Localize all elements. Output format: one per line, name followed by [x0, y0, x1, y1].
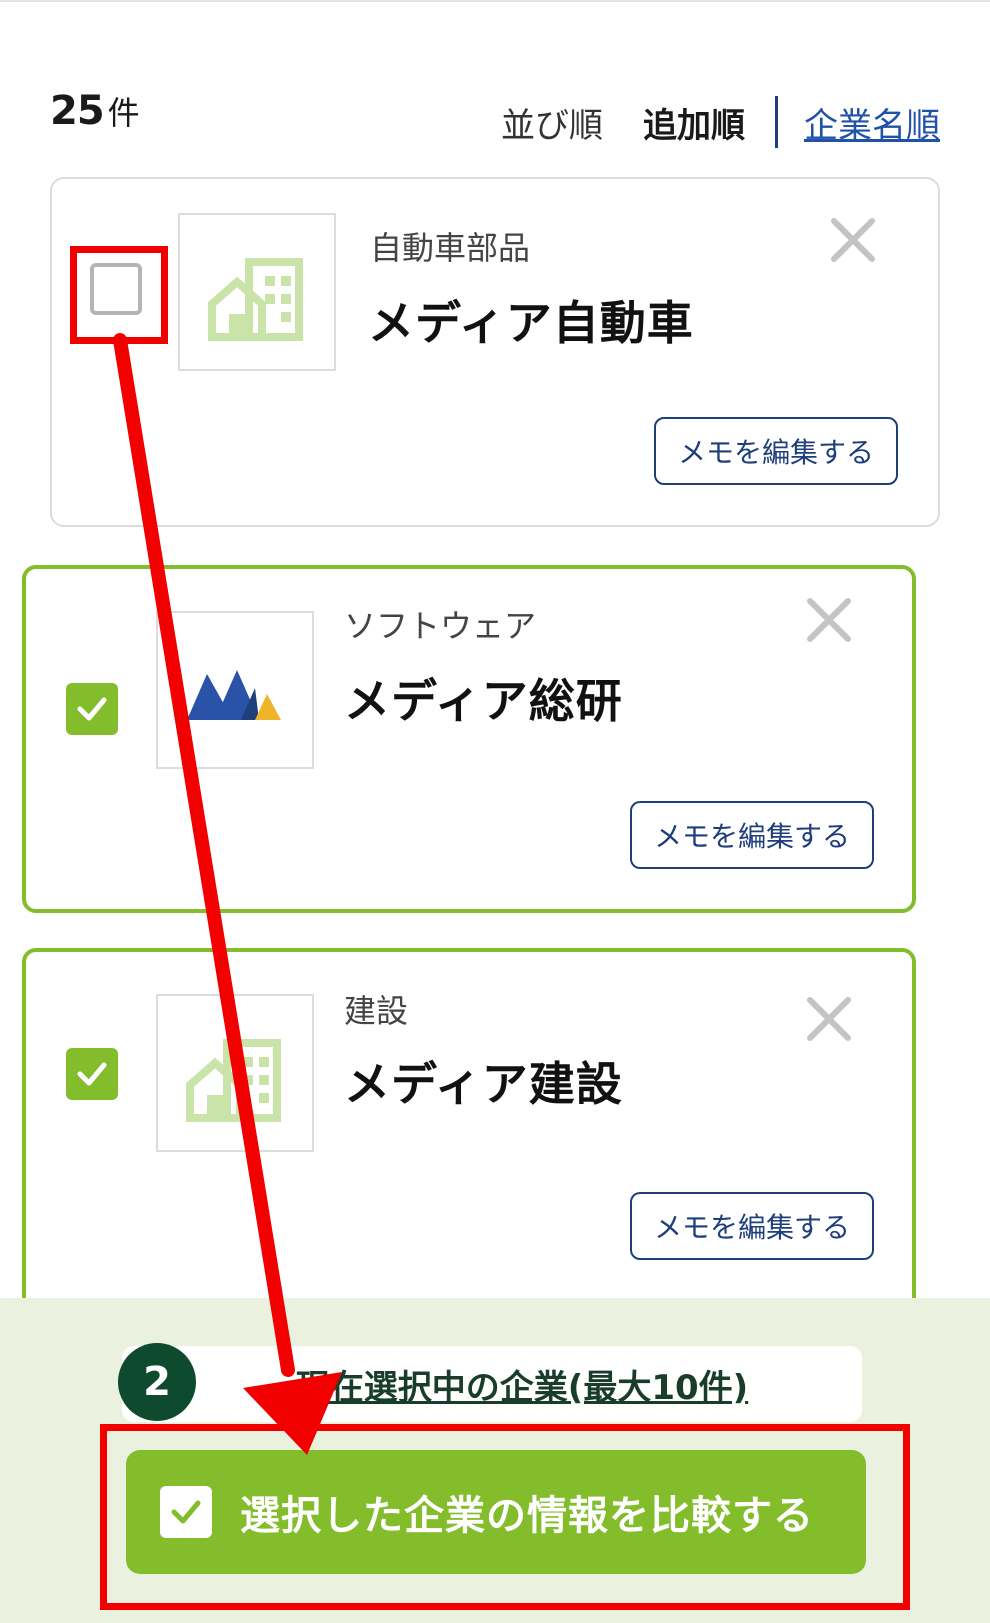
company-name: メディア総研: [344, 674, 623, 728]
edit-memo-button[interactable]: メモを編集する: [654, 417, 898, 485]
compare-button-label: 選択した企業の情報を比較する: [240, 1493, 814, 1539]
mountain-logo-icon: [187, 670, 281, 720]
company-logo: [156, 611, 314, 769]
top-divider: [0, 0, 990, 2]
edit-memo-button[interactable]: メモを編集する: [630, 1192, 874, 1260]
building-placeholder-icon: [186, 1039, 281, 1122]
result-count-number: 25: [50, 88, 105, 134]
compare-button[interactable]: 選択した企業の情報を比較する: [126, 1450, 866, 1574]
step-badge: 2: [118, 1343, 196, 1421]
company-checkbox[interactable]: [66, 683, 118, 735]
company-name: メディア自動車: [368, 296, 694, 350]
result-count: 25 件: [50, 88, 140, 134]
company-category: 建設: [344, 992, 409, 1030]
checkbox-icon: [160, 1486, 212, 1538]
company-checkbox[interactable]: [66, 1048, 118, 1100]
company-logo: [178, 213, 336, 371]
close-icon[interactable]: [828, 215, 878, 265]
checkmark-icon: [77, 697, 107, 721]
company-card: 自動車部品 メディア自動車 メモを編集する: [50, 177, 940, 527]
selected-companies-link[interactable]: 現在選択中の企業(最大10件): [236, 1360, 748, 1409]
company-name: メディア建設: [344, 1057, 623, 1111]
selected-companies-pill: 現在選択中の企業(最大10件): [122, 1346, 862, 1422]
checkmark-icon: [77, 1062, 107, 1086]
sort-option-company-name[interactable]: 企業名順: [804, 98, 940, 147]
close-icon[interactable]: [804, 595, 854, 645]
edit-memo-button[interactable]: メモを編集する: [630, 801, 874, 869]
company-category: 自動車部品: [370, 229, 531, 267]
close-icon[interactable]: [804, 994, 854, 1044]
company-category: ソフトウェア: [344, 607, 537, 645]
company-logo: [156, 994, 314, 1152]
sort-option-added[interactable]: 追加順: [643, 98, 745, 147]
sort-divider: [775, 96, 778, 148]
company-checkbox[interactable]: [90, 263, 142, 315]
building-placeholder-icon: [208, 258, 303, 341]
sort-label: 並び順: [501, 105, 603, 146]
result-count-unit: 件: [107, 94, 140, 132]
company-card: ソフトウェア メディア総研 メモを編集する: [22, 565, 916, 913]
sort-bar: 並び順 追加順 企業名順: [501, 96, 940, 148]
